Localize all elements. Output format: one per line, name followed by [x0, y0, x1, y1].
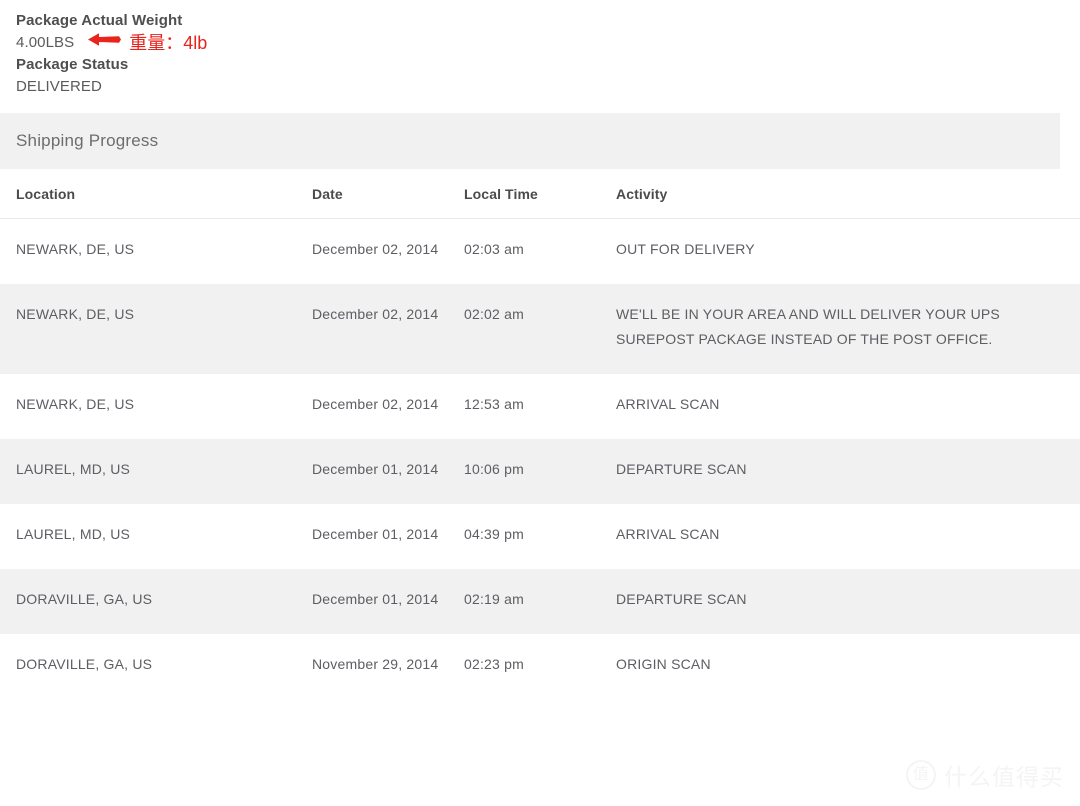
table-header-row: Location Date Local Time Activity	[0, 169, 1080, 219]
cell-location: LAUREL, MD, US	[0, 439, 312, 504]
cell-activity: ARRIVAL SCAN	[616, 396, 720, 412]
column-header-activity: Activity	[616, 169, 1080, 219]
cell-location: LAUREL, MD, US	[16, 526, 131, 542]
watermark-logo-icon: 值	[906, 760, 936, 790]
cell-local-time: 10:06 pm	[464, 439, 616, 504]
column-header-location: Location	[0, 169, 312, 219]
cell-activity: ORIGIN SCAN	[616, 656, 711, 672]
package-weight-value: 4.00LBS	[16, 34, 75, 51]
cell-date: December 01, 2014	[312, 526, 439, 542]
weight-annotation: 重量：4lb	[88, 32, 207, 54]
package-weight-row: 4.00LBS 重量：4lb	[16, 32, 1080, 54]
cell-date: November 29, 2014	[312, 656, 439, 672]
cell-date: December 02, 2014	[312, 284, 464, 374]
cell-location: NEWARK, DE, US	[16, 241, 135, 257]
cell-activity: DEPARTURE SCAN	[616, 439, 1080, 504]
cell-location: NEWARK, DE, US	[0, 284, 312, 374]
cell-location: NEWARK, DE, US	[16, 396, 135, 412]
table-row: NEWARK, DE, US December 02, 2014 02:02 am W…	[0, 284, 1080, 374]
cell-location: DORAVILLE, GA, US	[0, 569, 312, 634]
arrow-left-icon	[88, 32, 122, 54]
package-status-value: DELIVERED	[16, 78, 102, 95]
weight-annotation-text: 重量：4lb	[129, 33, 208, 53]
column-header-local-time: Local Time	[464, 169, 616, 219]
table-row: NEWARK, DE, US December 02, 2014 02:03 am O…	[0, 219, 1080, 285]
cell-activity: ARRIVAL SCAN	[616, 526, 720, 542]
shipping-progress-header: Shipping Progress	[0, 113, 1060, 169]
cell-local-time: 02:23 pm	[464, 656, 524, 672]
table-row: LAUREL, MD, US December 01, 2014 04:39 pm A…	[0, 504, 1080, 569]
table-row: NEWARK, DE, US December 02, 2014 12:53 am A…	[0, 374, 1080, 439]
cell-local-time: 02:19 am	[464, 569, 616, 634]
cell-date: December 01, 2014	[312, 569, 464, 634]
cell-activity: OUT FOR DELIVERY	[616, 241, 755, 257]
package-status-label: Package Status	[16, 56, 129, 73]
table-row: DORAVILLE, GA, US December 01, 2014 02:19 …	[0, 569, 1080, 634]
cell-activity: DEPARTURE SCAN	[616, 569, 1080, 634]
table-row: DORAVILLE, GA, US November 29, 2014 02:23 …	[0, 634, 1080, 699]
table-row: LAUREL, MD, US December 01, 2014 10:06 pm D…	[0, 439, 1080, 504]
table-head: Location Date Local Time Activity	[0, 169, 1080, 219]
cell-date: December 02, 2014	[312, 396, 439, 412]
shipping-progress-table: Location Date Local Time Activity NEWARK…	[0, 169, 1080, 699]
table-body: NEWARK, DE, US December 02, 2014 02:03 am O…	[0, 219, 1080, 700]
column-header-date: Date	[312, 169, 464, 219]
cell-local-time: 02:03 am	[464, 241, 524, 257]
cell-local-time: 02:02 am	[464, 284, 616, 374]
cell-location: DORAVILLE, GA, US	[16, 656, 153, 672]
shipping-progress-title: Shipping Progress	[16, 131, 159, 150]
cell-date: December 01, 2014	[312, 439, 464, 504]
cell-activity: WE'LL BE IN YOUR AREA AND WILL DELIVER Y…	[616, 284, 1080, 374]
cell-date: December 02, 2014	[312, 241, 439, 257]
cell-local-time: 12:53 am	[464, 396, 524, 412]
cell-local-time: 04:39 pm	[464, 526, 524, 542]
package-summary: Package Actual Weight 4.00LBS 重量：4lb Pac…	[0, 0, 1080, 98]
package-weight-label: Package Actual Weight	[16, 12, 183, 29]
site-watermark: 值 什么值得买	[906, 758, 1064, 792]
watermark-text: 什么值得买	[944, 765, 1064, 791]
